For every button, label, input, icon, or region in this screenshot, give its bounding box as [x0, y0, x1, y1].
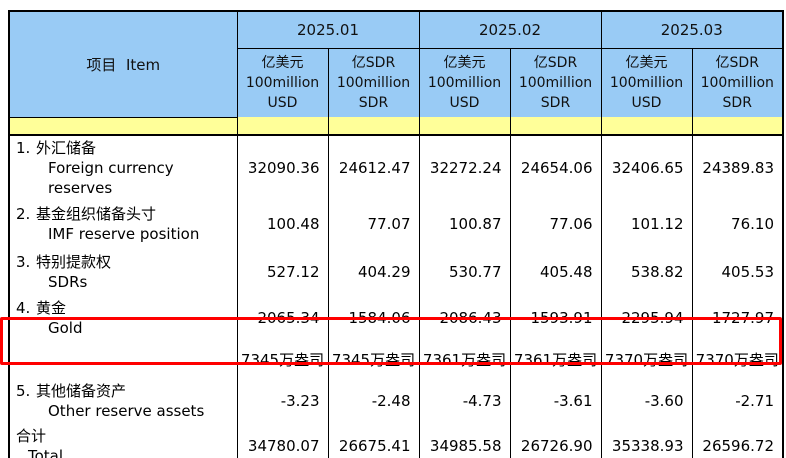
col-header-item: 项目 Item	[8, 11, 238, 118]
col-header-unit-usd: 亿美元 100million USD	[236, 48, 329, 117]
col-header-unit-usd: 亿美元 100million USD	[600, 48, 693, 117]
value-cell: 527.12	[236, 248, 329, 296]
value-cell: 34985.58	[418, 424, 511, 458]
value-cell: 35338.93	[600, 424, 693, 458]
row-label-cn: 合计	[16, 427, 47, 445]
value-cell: 26596.72	[691, 424, 784, 458]
row-label-cn: 其他储备资产	[36, 382, 127, 400]
value-cell: 2086.43	[418, 296, 511, 340]
value-cell: 77.07	[327, 200, 420, 248]
row-number: 3.	[16, 253, 31, 271]
row-label: 合计 Total	[8, 424, 238, 458]
value-cell: 101.12	[600, 200, 693, 248]
value-cell: 1727.97	[691, 296, 784, 340]
value-cell: 34780.07	[236, 424, 329, 458]
row-label: 4. 黄金 Gold	[8, 296, 238, 340]
value-cell: 26726.90	[509, 424, 602, 458]
col-header-month-2: 2025.02	[418, 11, 602, 49]
table-row-total: 合计 Total 34780.07 26675.41 34985.58 2672…	[8, 424, 784, 458]
value-cell: 530.77	[418, 248, 511, 296]
col-header-month-3: 2025.03	[600, 11, 784, 49]
row-label-en: Foreign currency reserves	[48, 159, 174, 197]
col-header-unit-sdr: 亿SDR 100million SDR	[509, 48, 602, 117]
table-row-gold-ounces-highlighted: 7345万盎司 7345万盎司 7361万盎司 7361万盎司 7370万盎司 …	[8, 340, 784, 378]
row-label: 5. 其他储备资产 Other reserve assets	[8, 378, 238, 424]
row-label: 2. 基金组织储备头寸 IMF reserve position	[8, 200, 238, 248]
value-cell: -2.71	[691, 378, 784, 424]
value-cell: 7345万盎司	[327, 340, 420, 378]
value-cell: -4.73	[418, 378, 511, 424]
col-header-unit-sdr: 亿SDR 100million SDR	[327, 48, 420, 117]
row-number: 4.	[16, 299, 31, 317]
table-row-sdrs: 3. 特别提款权 SDRs 527.12 404.29 530.77 405.48…	[8, 248, 784, 296]
table-row-foreign-currency-reserves: 1. 外汇储备 Foreign currency reserves 32090.3…	[8, 135, 784, 200]
value-cell: 405.48	[509, 248, 602, 296]
value-cell: 32406.65	[600, 135, 693, 200]
value-cell: 24389.83	[691, 135, 784, 200]
value-cell: -2.48	[327, 378, 420, 424]
row-label: 1. 外汇储备 Foreign currency reserves	[8, 135, 238, 200]
row-number: 2.	[16, 205, 31, 223]
value-cell: 7361万盎司	[418, 340, 511, 378]
row-label: 3. 特别提款权 SDRs	[8, 248, 238, 296]
value-cell: 538.82	[600, 248, 693, 296]
row-label-cn: 特别提款权	[36, 253, 112, 271]
value-cell: 7345万盎司	[236, 340, 329, 378]
separator-row	[8, 117, 784, 136]
row-label-en: Total	[28, 447, 64, 458]
row-label-en: IMF reserve position	[48, 225, 200, 243]
value-cell: 76.10	[691, 200, 784, 248]
reserves-table: 项目 Item 2025.01 2025.02 2025.03 亿美元 100m…	[8, 10, 784, 458]
row-label-empty	[8, 340, 238, 378]
value-cell: -3.61	[509, 378, 602, 424]
value-cell: 100.48	[236, 200, 329, 248]
value-cell: 404.29	[327, 248, 420, 296]
row-label-en: Other reserve assets	[48, 402, 205, 420]
value-cell: 32090.36	[236, 135, 329, 200]
reserve-assets-page: 项目 Item 2025.01 2025.02 2025.03 亿美元 100m…	[0, 0, 786, 458]
value-cell: -3.23	[236, 378, 329, 424]
value-cell: 405.53	[691, 248, 784, 296]
row-label-cn: 基金组织储备头寸	[36, 205, 157, 223]
value-cell: 1584.06	[327, 296, 420, 340]
value-cell: 1593.91	[509, 296, 602, 340]
value-cell: 100.87	[418, 200, 511, 248]
value-cell: 32272.24	[418, 135, 511, 200]
header-row-months: 项目 Item 2025.01 2025.02 2025.03	[8, 11, 784, 118]
row-label-cn: 黄金	[36, 299, 67, 317]
table-row-imf-reserve-position: 2. 基金组织储备头寸 IMF reserve position 100.48 7…	[8, 200, 784, 248]
value-cell: 77.06	[509, 200, 602, 248]
value-cell: 7370万盎司	[600, 340, 693, 378]
row-number: 1.	[16, 139, 31, 157]
value-cell: 24612.47	[327, 135, 420, 200]
value-cell: 2065.34	[236, 296, 329, 340]
value-cell: 2295.94	[600, 296, 693, 340]
row-label-en: SDRs	[48, 273, 88, 291]
value-cell: 24654.06	[509, 135, 602, 200]
col-header-unit-usd: 亿美元 100million USD	[418, 48, 511, 117]
table-row-other-reserve-assets: 5. 其他储备资产 Other reserve assets -3.23 -2.4…	[8, 378, 784, 424]
table-row-gold: 4. 黄金 Gold 2065.34 1584.06 2086.43 1593.9…	[8, 296, 784, 340]
row-label-cn: 外汇储备	[36, 139, 97, 157]
value-cell: -3.60	[600, 378, 693, 424]
col-header-month-1: 2025.01	[236, 11, 420, 49]
row-number: 5.	[16, 382, 31, 400]
value-cell: 7370万盎司	[691, 340, 784, 378]
row-label-en: Gold	[48, 319, 83, 337]
col-header-unit-sdr: 亿SDR 100million SDR	[691, 48, 784, 117]
value-cell: 26675.41	[327, 424, 420, 458]
value-cell: 7361万盎司	[509, 340, 602, 378]
